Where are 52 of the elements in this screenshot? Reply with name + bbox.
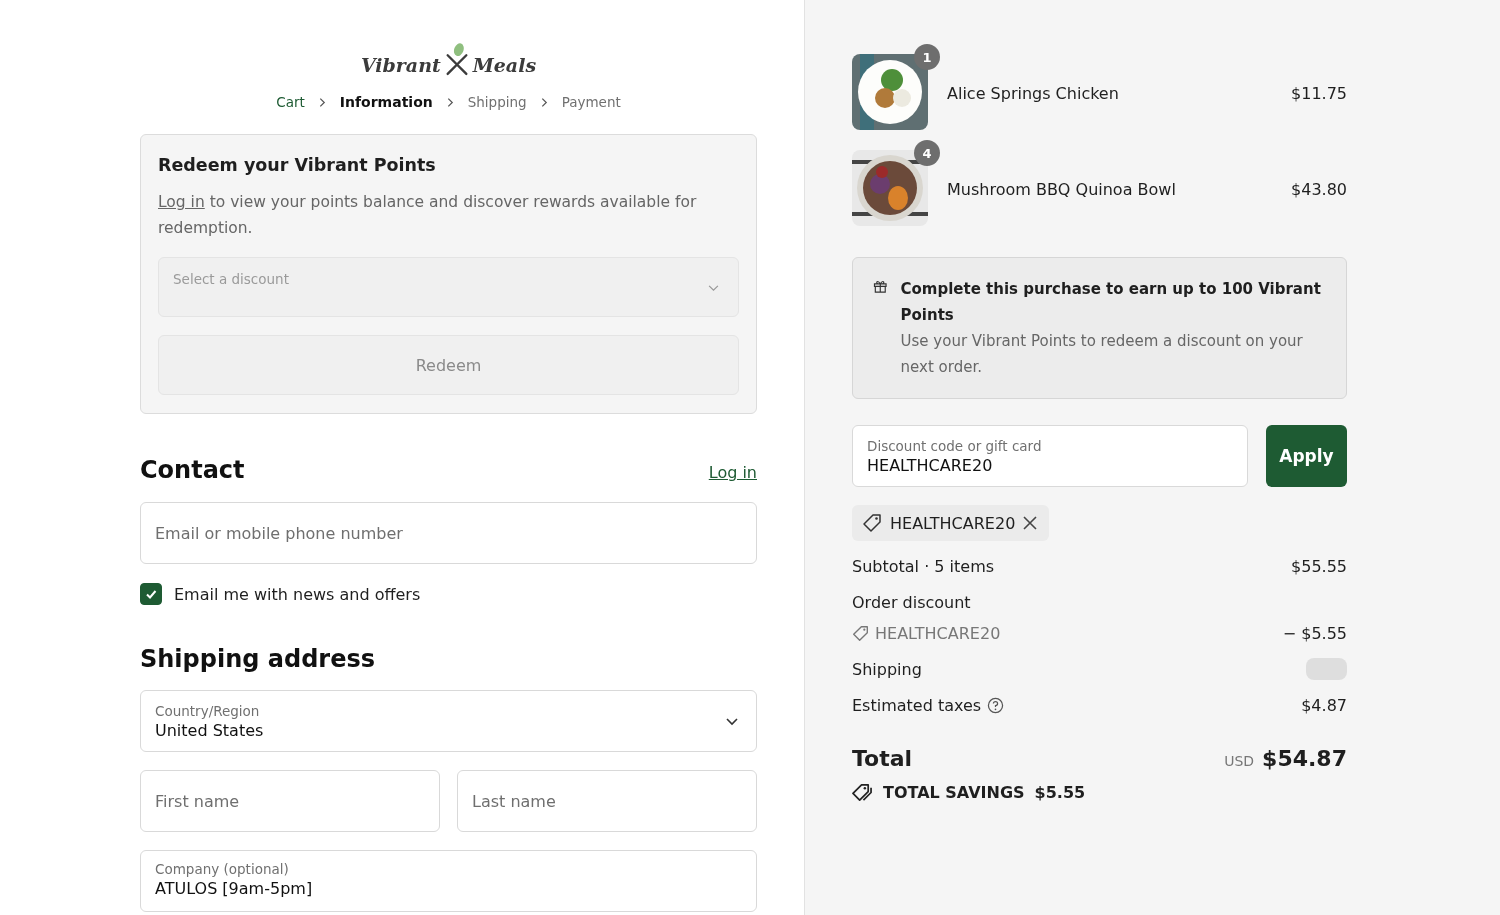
card-title: Redeem your Vibrant Points	[158, 155, 437, 175]
summary-label: Subtotal · 5 items	[852, 556, 995, 576]
total-label: Total	[852, 746, 913, 771]
summary-value: $55.55	[1291, 556, 1347, 576]
login-link[interactable]: Log in	[158, 193, 205, 211]
chevron-down-icon	[726, 718, 738, 726]
section-heading: Shipping address	[140, 645, 377, 673]
tags-icon	[852, 783, 873, 802]
points-description: Log in to view your points balance and discover rewards available for redemption.	[158, 192, 698, 239]
close-icon[interactable]	[1023, 516, 1038, 530]
total-amount: $54.87	[1262, 746, 1347, 771]
discount-code: HEALTHCARE20	[875, 623, 1001, 643]
summary-value: $4.87	[1301, 695, 1347, 715]
breadcrumb-link[interactable]: Shipping	[467, 94, 527, 110]
breadcrumb-link[interactable]: Information	[339, 94, 433, 110]
summary-label: Shipping	[852, 659, 922, 679]
logo: Vibrant Meals	[140, 36, 757, 76]
breadcrumb-link[interactable]: Payment	[561, 94, 621, 110]
section-heading: Contact	[140, 456, 245, 484]
discount-code-field[interactable]: Discount code or gift card HEALTHCARE20	[852, 425, 1248, 487]
item-price: $43.80	[1291, 179, 1347, 199]
savings-label: TOTAL SAVINGS	[883, 783, 1025, 802]
email-field[interactable]: Email or mobile phone number	[140, 502, 757, 564]
country-select[interactable]: Country/Region United States	[140, 690, 757, 752]
summary-label: Order discount	[852, 592, 971, 612]
login-link[interactable]: Log in	[708, 463, 757, 482]
tag-icon	[852, 624, 869, 642]
quantity-badge: 4	[914, 140, 940, 166]
chevron-right-icon	[540, 96, 548, 108]
last-name-field[interactable]: Last name	[457, 770, 757, 832]
summary-value: − $5.55	[1282, 623, 1347, 643]
summary-label: Estimated taxes	[852, 695, 982, 715]
company-field[interactable]: Company (optional) ATULOS [9am-5pm]	[140, 850, 757, 912]
tag-icon	[862, 513, 882, 533]
checkbox-label: Email me with news and offers	[174, 584, 421, 604]
item-name: Alice Springs Chicken	[947, 83, 1120, 103]
checkbox[interactable]	[140, 583, 162, 605]
first-name-field[interactable]: First name	[140, 770, 440, 832]
quantity-badge: 1	[914, 44, 940, 70]
chevron-right-icon	[318, 96, 326, 108]
chevron-down-icon	[708, 285, 719, 292]
banner-text: Use your Vibrant Points to redeem a discount on your next order.	[900, 331, 1304, 378]
item-name: Mushroom BBQ Quinoa Bowl	[947, 179, 1177, 199]
currency-code: USD	[1224, 753, 1255, 769]
savings-amount: $5.55	[1034, 783, 1086, 802]
breadcrumb-link[interactable]: Cart	[276, 94, 305, 110]
item-price: $11.75	[1291, 83, 1347, 103]
banner-title: Complete this purchase to earn up to 100 Vibrant Points	[900, 279, 1322, 326]
help-icon[interactable]	[987, 696, 1005, 714]
apply-button[interactable]: Apply	[1266, 425, 1347, 487]
discount-code: HEALTHCARE20	[890, 513, 1016, 533]
chevron-right-icon	[446, 96, 454, 108]
